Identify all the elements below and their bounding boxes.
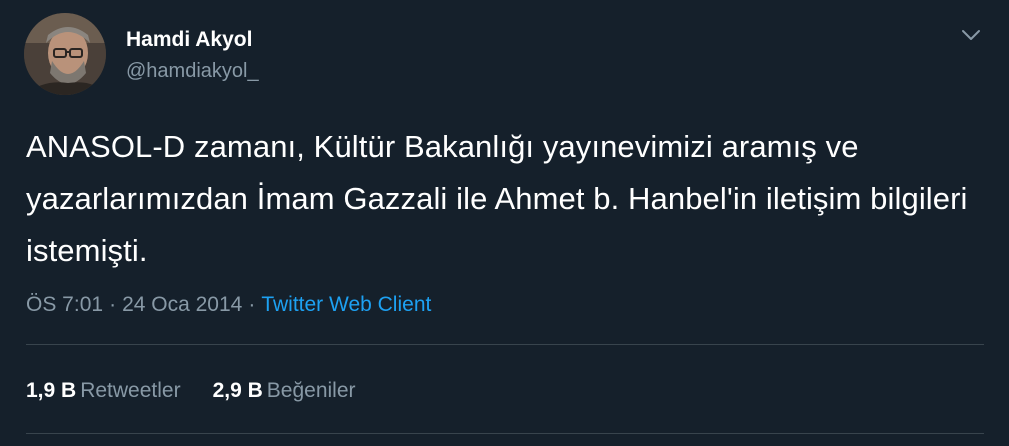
author-handle[interactable]: @hamdiakyol_ [126, 58, 259, 84]
retweets-count: 1,9 B [26, 379, 77, 402]
tweet-time[interactable]: ÖS 7:01 [26, 293, 103, 316]
tweet-date[interactable]: 24 Oca 2014 [122, 293, 242, 316]
meta-separator: · [248, 293, 256, 316]
author-block: Hamdi Akyol @hamdiakyol_ [126, 27, 259, 84]
tweet-menu-button[interactable] [956, 23, 986, 47]
tweet-card: Hamdi Akyol @hamdiakyol_ ANASOL-D zamanı… [0, 0, 1009, 446]
author-name[interactable]: Hamdi Akyol [126, 27, 259, 53]
divider [26, 344, 984, 345]
retweets-stat[interactable]: 1,9 B Retweetler [26, 376, 181, 406]
likes-stat[interactable]: 2,9 B Beğeniler [213, 376, 356, 406]
likes-count: 2,9 B [212, 379, 263, 402]
retweets-label: Retweetler [80, 379, 181, 402]
tweet-source-link[interactable]: Twitter Web Client [261, 293, 431, 316]
likes-label: Beğeniler [266, 379, 356, 402]
divider [26, 433, 984, 434]
tweet-stats: 1,9 B Retweetler 2,9 B Beğeniler [26, 376, 356, 406]
tweet-text: ANASOL-D zamanı, Kültür Bakanlığı yayıne… [26, 129, 968, 268]
avatar[interactable] [24, 13, 106, 95]
avatar-image [24, 13, 106, 95]
tweet-meta: ÖS 7:01 · 24 Oca 2014 · Twitter Web Client [26, 290, 431, 320]
meta-separator: · [109, 293, 117, 316]
chevron-down-icon [962, 30, 980, 40]
